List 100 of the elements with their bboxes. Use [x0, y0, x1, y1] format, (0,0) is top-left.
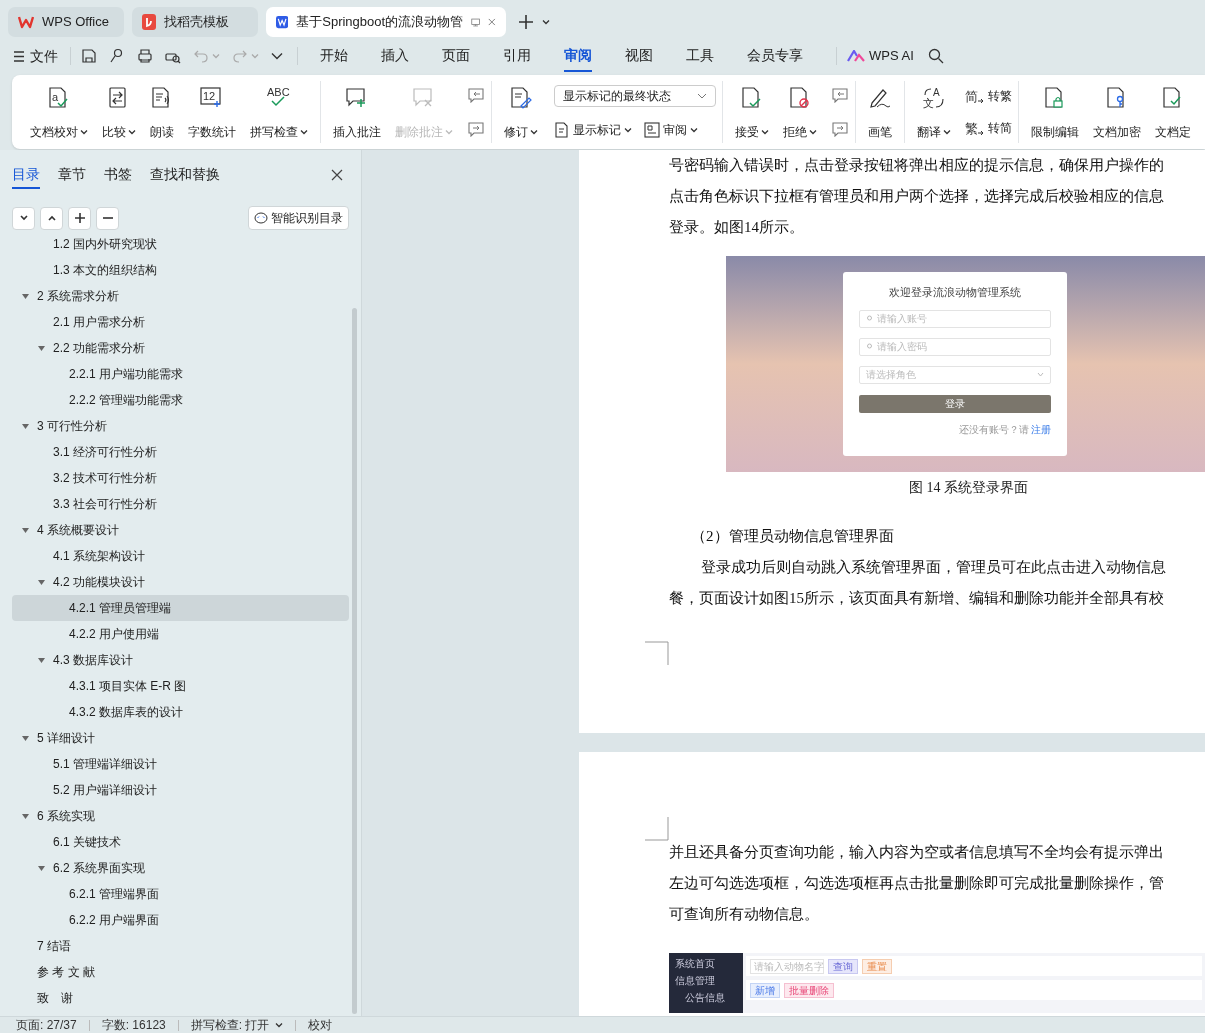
- ribbon-button[interactable]: ABC 拼写检查: [244, 83, 314, 141]
- menu-tab[interactable]: 引用: [503, 40, 531, 72]
- toc-item[interactable]: 3 可行性分析: [12, 413, 349, 439]
- menu-tab[interactable]: 插入: [381, 40, 409, 72]
- menu-tab[interactable]: 开始: [320, 40, 348, 72]
- toc-item[interactable]: 2.2.2 管理端功能需求: [12, 387, 349, 413]
- remove-level-button[interactable]: [96, 206, 119, 230]
- toc-item[interactable]: 4.1 系统架构设计: [12, 543, 349, 569]
- crop-mark-icon: [645, 817, 669, 841]
- comment-previous-icon[interactable]: [831, 87, 849, 103]
- toc-item[interactable]: 6.2.1 管理端界面: [12, 881, 349, 907]
- panel-tab[interactable]: 书签: [104, 161, 132, 189]
- toc-item[interactable]: 4 系统概要设计: [12, 517, 349, 543]
- toc-item[interactable]: 2 系统需求分析: [12, 283, 349, 309]
- toc-item[interactable]: 5 详细设计: [12, 725, 349, 751]
- toc-item[interactable]: 2.1 用户需求分析: [12, 309, 349, 335]
- ribbon-button[interactable]: 审阅: [644, 121, 698, 139]
- add-level-button[interactable]: [68, 206, 91, 230]
- panel-tab[interactable]: 查找和替换: [150, 161, 220, 189]
- ribbon-button[interactable]: 文档加密: [1087, 83, 1147, 141]
- toc-item[interactable]: 2.2 功能需求分析: [12, 335, 349, 361]
- ribbon-button[interactable]: 修订: [498, 83, 544, 141]
- login-button[interactable]: 登录: [859, 394, 1051, 413]
- toc-item[interactable]: 3.3 社会可行性分析: [12, 491, 349, 517]
- ribbon-button[interactable]: a 文档校对: [24, 83, 94, 141]
- ribbon-button[interactable]: 显示标记: [554, 121, 632, 139]
- status-item[interactable]: 校对: [308, 1016, 333, 1033]
- sidebar-item[interactable]: 公告信息: [675, 989, 743, 1006]
- toc-item[interactable]: 5.1 管理端详细设计: [12, 751, 349, 777]
- toc-item[interactable]: 4.2.2 用户使用端: [12, 621, 349, 647]
- toc-item[interactable]: 6 系统实现: [12, 803, 349, 829]
- smart-toc-button[interactable]: 智能识别目录: [248, 206, 349, 230]
- file-menu[interactable]: 文件: [14, 45, 70, 67]
- status-item[interactable]: 拼写检查: 打开: [190, 1016, 284, 1033]
- save-icon[interactable]: [81, 48, 97, 64]
- ribbon-button[interactable]: 比较: [96, 83, 142, 141]
- body-text: 并且还具备分页查询功能，输入内容为空或者信息填写不全均会有提示弹出: [669, 843, 1165, 862]
- sidebar-item[interactable]: 信息管理: [675, 972, 743, 989]
- tab[interactable]: 找稻壳模板: [132, 7, 258, 37]
- toc-item[interactable]: 6.2.2 用户端界面: [12, 907, 349, 933]
- toc-item[interactable]: 4.3 数据库设计: [12, 647, 349, 673]
- tab[interactable]: 基于Springboot的流浪动物管: [266, 7, 506, 37]
- sidebar-item[interactable]: 系统首页: [675, 955, 743, 972]
- scrollbar[interactable]: [352, 308, 357, 1014]
- body-text: 登录。如图14所示。: [669, 218, 805, 237]
- comment-next-icon[interactable]: [467, 121, 485, 137]
- panel-tab[interactable]: 目录: [12, 161, 40, 189]
- toc-item[interactable]: 2.2.1 用户端功能需求: [12, 361, 349, 387]
- menu-tab[interactable]: 工具: [686, 40, 714, 72]
- ribbon-button[interactable]: 插入批注: [327, 83, 387, 141]
- comment-next-icon[interactable]: [831, 121, 849, 137]
- toc-item[interactable]: 3.2 技术可行性分析: [12, 465, 349, 491]
- toc-item[interactable]: 3.1 经济可行性分析: [12, 439, 349, 465]
- status-item[interactable]: 页面: 27/37: [16, 1016, 77, 1033]
- status-item[interactable]: 字数: 16123: [101, 1016, 166, 1033]
- triangle-down-icon: [22, 422, 29, 430]
- toc-item[interactable]: 参 考 文 献: [12, 959, 349, 985]
- toc-item[interactable]: 7 结语: [12, 933, 349, 959]
- body-text: 可查询所有动物信息。: [669, 905, 820, 924]
- toc-item[interactable]: 6.2 系统界面实现: [12, 855, 349, 881]
- comment-previous-icon[interactable]: [467, 87, 485, 103]
- ribbon-button[interactable]: 繁 转简: [965, 119, 1012, 137]
- toc-item[interactable]: 6.1 关键技术: [12, 829, 349, 855]
- review-pane-icon: [644, 122, 660, 138]
- markup-dropdown[interactable]: 显示标记的最终状态: [554, 85, 716, 107]
- collapse-all-button[interactable]: [40, 206, 63, 230]
- menu-tab[interactable]: 视图: [625, 40, 653, 72]
- register-link[interactable]: 注册: [1031, 421, 1051, 437]
- ribbon-button[interactable]: 限制编辑: [1025, 83, 1085, 141]
- expand-all-button[interactable]: [12, 206, 35, 230]
- ribbon-button[interactable]: 简 转繁: [965, 87, 1012, 105]
- ribbon-button[interactable]: 朗读: [144, 83, 180, 141]
- toc-item[interactable]: 4.2 功能模块设计: [12, 569, 349, 595]
- search-icon[interactable]: [927, 48, 944, 64]
- ribbon-button[interactable]: A 文 翻译: [911, 83, 957, 141]
- ribbon-button[interactable]: 画笔: [862, 83, 898, 141]
- toc-item[interactable]: 1.2 国内外研究现状: [12, 231, 349, 257]
- search-button[interactable]: 查询: [828, 958, 858, 974]
- monitor-icon: [471, 16, 481, 28]
- triangle-down-icon: [22, 812, 29, 820]
- close-icon[interactable]: [331, 169, 343, 181]
- toc-item[interactable]: 4.3.2 数据库表的设计: [12, 699, 349, 725]
- menu-tab[interactable]: 会员专享: [747, 40, 803, 72]
- ribbon-button[interactable]: 拒绝: [777, 83, 823, 141]
- ribbon-button[interactable]: 接受: [729, 83, 775, 141]
- print-icon[interactable]: [137, 48, 153, 64]
- toc-item[interactable]: 4.3.1 项目实体 E-R 图: [12, 673, 349, 699]
- toc-item[interactable]: 致 谢: [12, 985, 349, 1011]
- menu-tab[interactable]: 审阅: [564, 40, 592, 72]
- toc-item[interactable]: 5.2 用户端详细设计: [12, 777, 349, 803]
- toc-item[interactable]: 4.2.1 管理员管理端: [12, 595, 349, 621]
- triangle-down-icon: [38, 864, 45, 872]
- ribbon-button[interactable]: 12 字数统计: [182, 83, 242, 141]
- menu-tab[interactable]: 页面: [442, 40, 470, 72]
- tab[interactable]: WPS Office: [8, 7, 124, 37]
- ribbon-button[interactable]: 文档定: [1149, 83, 1197, 141]
- toc-item[interactable]: 1.3 本文的组织结构: [12, 257, 349, 283]
- ai-button[interactable]: WPS AI: [847, 46, 914, 66]
- add-button[interactable]: 新增: [750, 982, 780, 998]
- panel-tab[interactable]: 章节: [58, 161, 86, 189]
